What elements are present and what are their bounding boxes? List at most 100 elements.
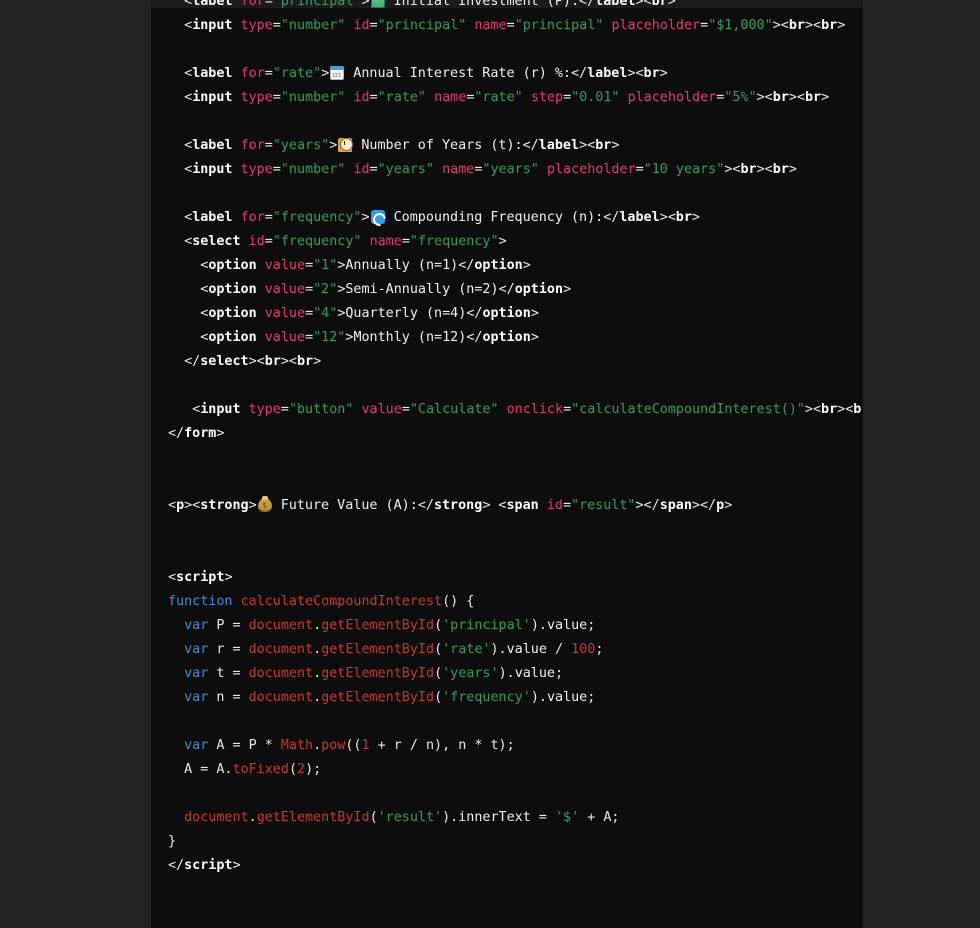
code-token-attr: value [264,282,306,297]
code-token-op: . [248,810,257,825]
code-token-punct [233,210,241,225]
code-token-punct: > [216,426,225,441]
code-token-tag: label [619,210,660,225]
code-token-punct: > [361,210,370,225]
code-token-attr: placeholder [611,18,701,33]
code-token-str: "12" [313,330,346,345]
calendar-icon [330,66,345,80]
code-token-op: ); [305,762,322,777]
code-token-str: "Calculate" [409,402,499,417]
code-token-num: 2 [297,762,306,777]
code-token-punct: > [498,234,507,249]
code-token-tag: option [482,306,531,321]
code-token-tag: input [200,402,241,417]
code-token-op: ; [587,690,596,705]
code-line: <input type="button" value="Calculate" o… [151,398,863,422]
code-token-punct: >< [280,354,297,369]
code-line-list: <label for="principal"> Initial Investme… [151,0,863,928]
code-token-tag: br [772,90,789,105]
code-token-op: ). [490,642,507,657]
code-token-attr: id [546,498,563,513]
code-token-tag: label [587,66,628,81]
code-token-punct: > [659,66,668,81]
code-token-str: "principal" [272,0,362,9]
code-token-punct: >< [756,162,773,177]
code-token-kw: var [184,666,209,681]
code-token-attr: placeholder [546,162,636,177]
code-token-punct [241,402,249,417]
code-line: <input type="number" id="principal" name… [151,14,863,38]
code-token-tag: br [675,210,692,225]
code-token-tag: label [538,138,580,153]
code-token-fn: getElementById [321,690,435,705]
code-line: A = A.toFixed(2); [151,758,863,782]
code-token-punct: = [563,402,572,417]
code-token-attr: type [240,162,273,177]
code-token-op: P = [208,618,249,633]
code-token-fn: calculateCompoundInterest [240,594,443,609]
code-token-fn: document [184,810,249,825]
code-token-str: 'principal' [442,618,531,633]
code-token-attr: type [240,18,273,33]
code-token-fn: toFixed [232,762,289,777]
code-token-op: ; [555,666,564,681]
code-token-punct: = [264,234,273,249]
code-token-punct [233,162,241,177]
code-token-punct: </ [498,282,515,297]
code-token-punct: > [321,66,330,81]
code-token-punct: > [837,18,846,33]
code-token-op: . [313,642,322,657]
code-token-tag: input [192,90,233,105]
code-line: <script> [151,566,863,590]
code-token-punct: > [691,210,700,225]
code-token-attr: name [369,234,402,249]
code-token-punct: </ [458,258,475,273]
code-token-punct: = [369,90,378,105]
code-token-punct: </ [168,426,185,441]
code-token-op [168,690,184,705]
code-token-tag: label [595,0,636,9]
code-token-punct: > [329,138,338,153]
code-token-punct: > [788,162,797,177]
code-line: var r = document.getElementById('rate').… [151,638,863,662]
code-token-tag: br [651,0,668,9]
code-token-tag: br [853,402,863,417]
code-token-punct: >< [184,498,201,513]
code-token-punct: = [401,402,410,417]
code-token-str: "2" [313,282,338,297]
code-token-op: + r / n), n * t); [369,738,515,753]
code-token-punct: </ [603,210,620,225]
money-with-wings-icon [370,0,385,8]
code-token-op: () { [442,594,475,609]
code-token-kw: var [184,618,209,633]
code-token-punct [233,66,241,81]
code-line: var A = P * Math.pow((1 + r / n), n * t)… [151,734,863,758]
code-token-op [168,618,184,633]
code-token-punct: = [369,18,378,33]
code-token-punct: > [530,306,539,321]
code-token-punct: >< [772,18,789,33]
code-token-str: "years" [482,162,539,177]
code-token-punct [233,0,241,9]
code-token-fn: document [248,666,314,681]
code-token-text: Annual Interest Rate (r) %: [345,66,571,81]
code-token-tag: br [264,354,281,369]
code-token-tag: option [474,258,523,273]
code-token-text: Monthly (n=12) [353,330,467,345]
code-token-attr: type [248,402,281,417]
code-token-punct [539,162,547,177]
code-token-punct: = [264,210,273,225]
code-token-punct [233,90,241,105]
code-token-tag: br [643,66,660,81]
code-token-op: } [168,834,177,849]
code-token-tag: option [208,306,257,321]
code-token-punct [233,138,241,153]
code-block[interactable]: <label for="principal"> Initial Investme… [151,0,863,928]
code-line: <option value="4">Quarterly (n=4)</optio… [151,302,863,326]
code-token-punct: </ [579,0,596,9]
code-token-punct [241,234,249,249]
code-token-op [168,642,184,657]
